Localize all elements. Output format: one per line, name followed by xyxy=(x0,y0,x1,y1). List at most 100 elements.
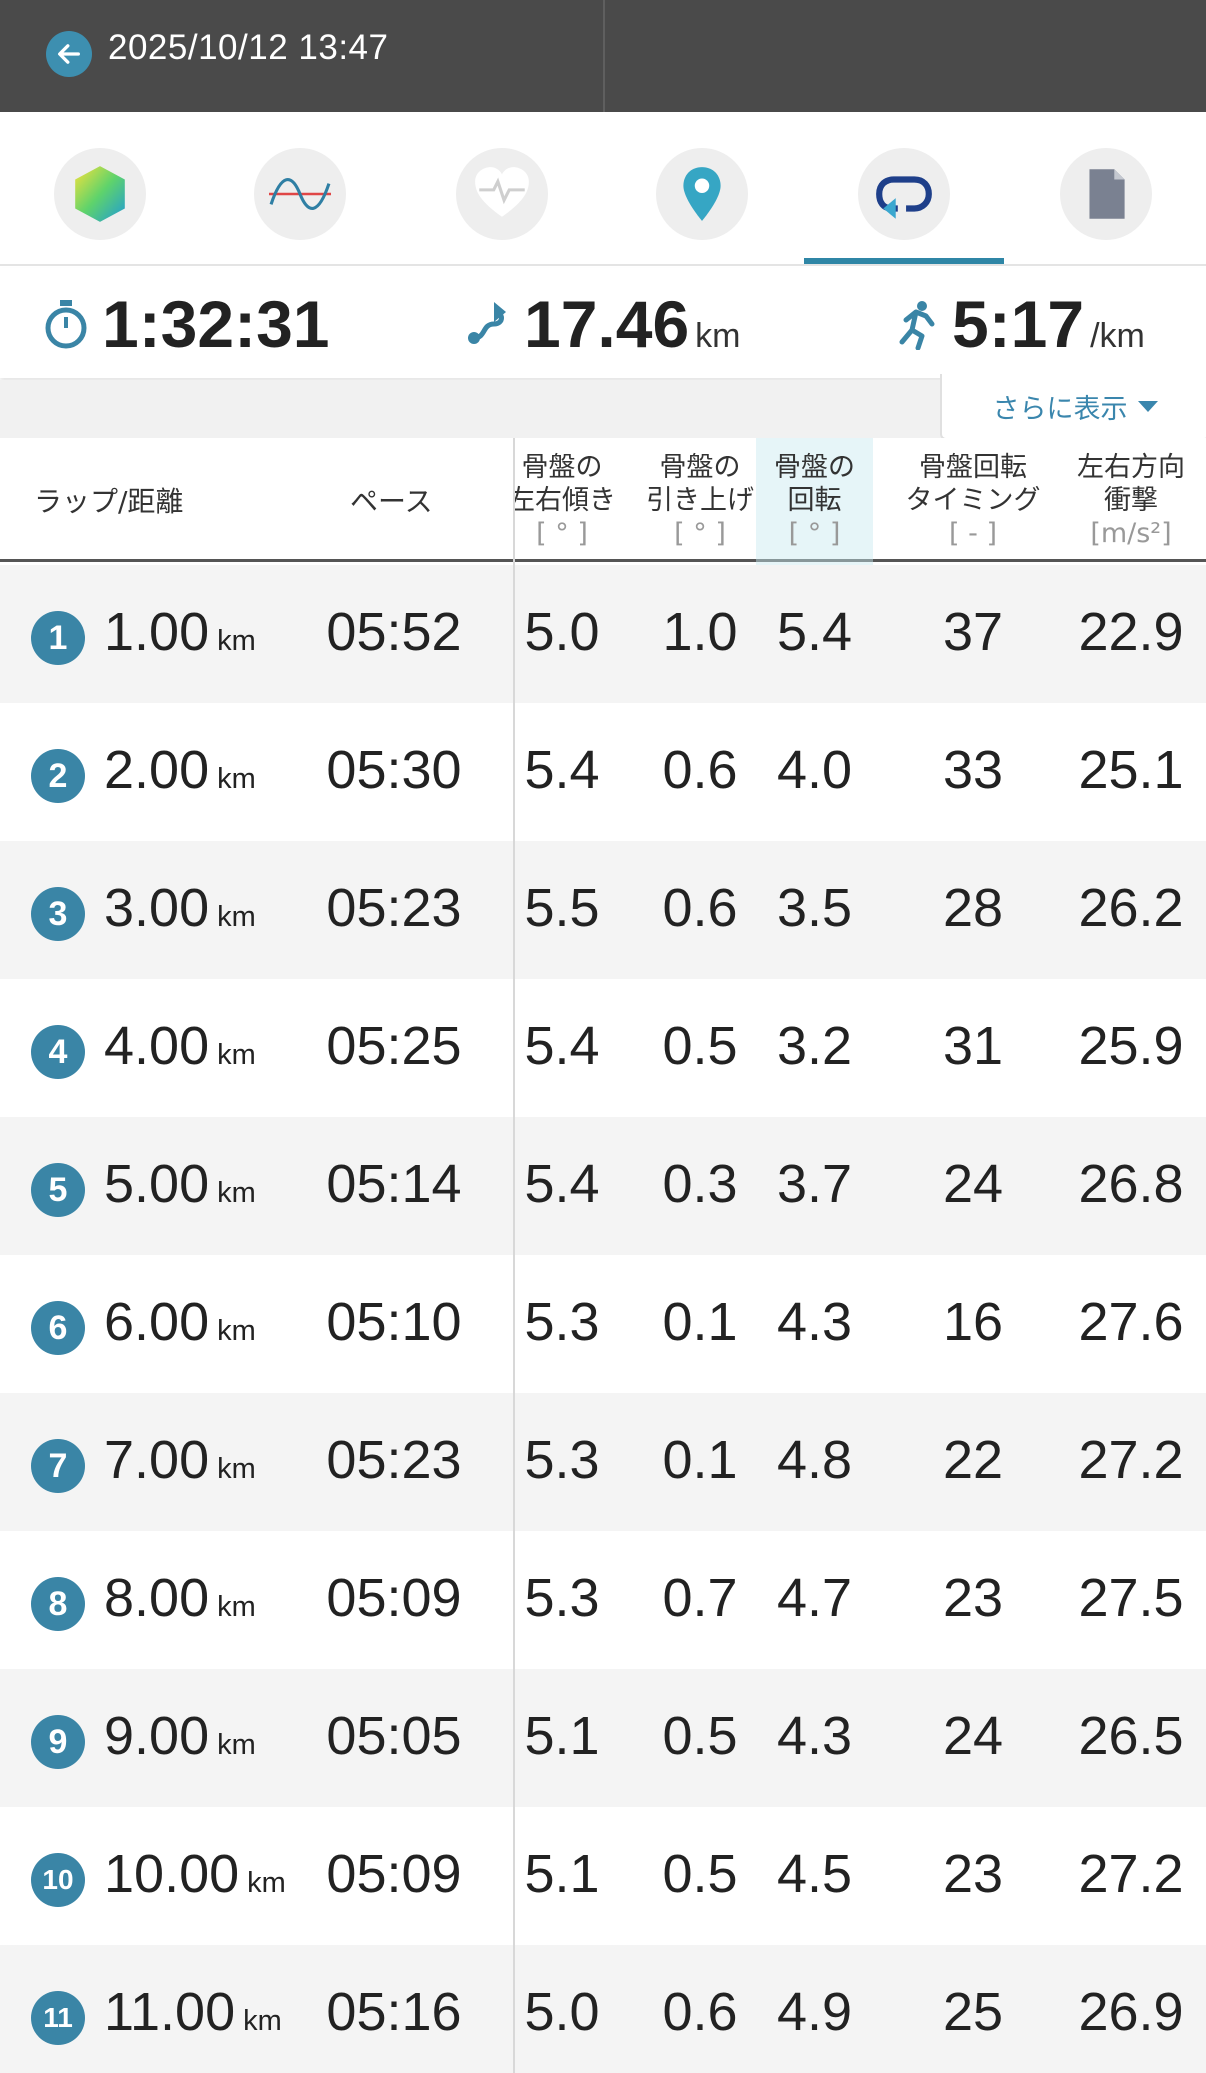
lap-distance-value: 5.00 xyxy=(104,1154,210,1214)
lap-distance: 10.00 km xyxy=(104,1843,286,1905)
summary-time: 1:32:31 xyxy=(42,286,330,362)
lap-distance-unit: km xyxy=(217,901,256,933)
back-button[interactable] xyxy=(46,31,92,77)
cell-rotation-timing: 24 xyxy=(942,1154,1004,1214)
page-title: 2025/10/12 13:47 xyxy=(108,28,389,67)
summary-bar: 1:32:31 17.46 km 5:17 /km xyxy=(0,268,1206,378)
cell-rotation-timing: 16 xyxy=(942,1292,1004,1352)
lap-pace: 05:25 xyxy=(326,1016,462,1076)
active-tab-indicator xyxy=(804,258,1004,264)
lap-distance-unit: km xyxy=(217,625,256,657)
lap-distance-value: 2.00 xyxy=(104,740,210,800)
lap-distance: 6.00 km xyxy=(104,1291,256,1353)
lap-pace: 05:10 xyxy=(326,1292,462,1352)
row-scroll-cells: 5.0 1.0 5.4 37 22.9 xyxy=(515,565,1206,703)
show-more-button[interactable]: さらに表示 xyxy=(940,374,1206,440)
cell-pelvis-rotation: 4.9 xyxy=(776,1982,853,2042)
lap-number-badge: 4 xyxy=(31,1025,85,1079)
row-scroll-cells: 5.4 0.3 3.7 24 26.8 xyxy=(515,1117,1206,1255)
table-row[interactable]: 11 11.00 km 05:16 5.0 0.6 4.9 25 26.9 xyxy=(0,1945,1206,2073)
summary-pace-value: 5:17 xyxy=(952,287,1085,361)
heart-rate-icon xyxy=(475,167,529,217)
cell-lateral-impact: 27.2 xyxy=(1078,1430,1184,1490)
cell-pelvis-rotation: 4.8 xyxy=(776,1430,853,1490)
cell-lateral-impact: 26.2 xyxy=(1078,878,1184,938)
lap-table-body[interactable]: 1 1.00 km 05:52 5.0 1.0 5.4 37 22.9 2 2.00 km 05:30 5… xyxy=(0,565,1206,2073)
lap-number-badge: 1 xyxy=(31,611,85,665)
summary-pace-unit: /km xyxy=(1090,317,1145,355)
summary-distance-unit: km xyxy=(695,317,741,355)
header-divider xyxy=(603,0,605,112)
lap-distance-value: 4.00 xyxy=(104,1016,210,1076)
lap-pace: 05:23 xyxy=(326,878,462,938)
lap-number-badge: 2 xyxy=(31,749,85,803)
cell-rotation-timing: 31 xyxy=(942,1016,1004,1076)
cell-rotation-timing: 25 xyxy=(942,1982,1004,2042)
cell-rotation-timing: 22 xyxy=(942,1430,1004,1490)
runner-icon xyxy=(899,301,935,350)
cell-pelvis-rotation: 4.7 xyxy=(776,1568,853,1628)
cell-lateral-impact: 27.5 xyxy=(1078,1568,1184,1628)
cell-rotation-timing: 24 xyxy=(942,1706,1004,1766)
table-row[interactable]: 3 3.00 km 05:23 5.5 0.6 3.5 28 26.2 xyxy=(0,841,1206,979)
row-scroll-cells: 5.3 0.1 4.3 16 27.6 xyxy=(515,1255,1206,1393)
arrow-left-icon xyxy=(58,44,80,64)
cell-lateral-impact: 22.9 xyxy=(1078,602,1184,662)
lap-number-badge: 5 xyxy=(31,1163,85,1217)
table-row[interactable]: 8 8.00 km 05:09 5.3 0.7 4.7 23 27.5 xyxy=(0,1531,1206,1669)
tab-laps[interactable] xyxy=(858,148,950,240)
lap-distance: 5.00 km xyxy=(104,1153,256,1215)
lap-loop-icon xyxy=(876,176,932,219)
route-icon xyxy=(468,302,506,344)
lap-number-badge: 10 xyxy=(31,1853,85,1907)
tab-heart-rate[interactable] xyxy=(456,148,548,240)
lap-pace: 05:52 xyxy=(326,602,462,662)
tab-map[interactable] xyxy=(656,148,748,240)
wave-graph-icon xyxy=(269,178,331,210)
cell-rotation-timing: 28 xyxy=(942,878,1004,938)
table-row[interactable]: 1 1.00 km 05:52 5.0 1.0 5.4 37 22.9 xyxy=(0,565,1206,703)
lap-distance: 9.00 km xyxy=(104,1705,256,1767)
summary-time-value: 1:32:31 xyxy=(102,287,330,361)
table-row[interactable]: 4 4.00 km 05:25 5.4 0.5 3.2 31 25.9 xyxy=(0,979,1206,1117)
header-rotation[interactable]: 骨盤の 回転 [ ° ] xyxy=(756,438,873,562)
cell-lateral-impact: 27.2 xyxy=(1078,1844,1184,1904)
tab-graph[interactable] xyxy=(254,148,346,240)
row-scroll-cells: 5.3 0.1 4.8 22 27.2 xyxy=(515,1393,1206,1531)
cell-lateral-impact: 25.1 xyxy=(1078,740,1184,800)
table-row[interactable]: 2 2.00 km 05:30 5.4 0.6 4.0 33 25.1 xyxy=(0,703,1206,841)
lap-number-badge: 7 xyxy=(31,1439,85,1493)
table-row[interactable]: 5 5.00 km 05:14 5.4 0.3 3.7 24 26.8 xyxy=(0,1117,1206,1255)
lap-distance-value: 1.00 xyxy=(104,602,210,662)
table-row[interactable]: 9 9.00 km 05:05 5.1 0.5 4.3 24 26.5 xyxy=(0,1669,1206,1807)
row-scroll-cells: 5.0 0.6 4.9 25 26.9 xyxy=(515,1945,1206,2073)
lap-pace: 05:14 xyxy=(326,1154,462,1214)
table-row[interactable]: 6 6.00 km 05:10 5.3 0.1 4.3 16 27.6 xyxy=(0,1255,1206,1393)
header-impact: 左右方向 衝撃 [m/s²] xyxy=(1077,451,1185,549)
tab-overview[interactable] xyxy=(54,148,146,240)
row-scroll-cells: 5.5 0.6 3.5 28 26.2 xyxy=(515,841,1206,979)
cell-rotation-timing: 37 xyxy=(942,602,1004,662)
hexagon-gradient-icon xyxy=(75,166,125,222)
lap-pace: 05:09 xyxy=(326,1568,462,1628)
lap-distance-value: 8.00 xyxy=(104,1568,210,1628)
lap-distance: 8.00 km xyxy=(104,1567,256,1629)
lap-distance-unit: km xyxy=(217,763,256,795)
stopwatch-icon xyxy=(45,300,87,349)
cell-lateral-impact: 26.5 xyxy=(1078,1706,1184,1766)
row-scroll-cells: 5.4 0.5 3.2 31 25.9 xyxy=(515,979,1206,1117)
table-row[interactable]: 10 10.00 km 05:09 5.1 0.5 4.5 23 27.2 xyxy=(0,1807,1206,1945)
row-scroll-cells: 5.1 0.5 4.3 24 26.5 xyxy=(515,1669,1206,1807)
cell-pelvis-rotation: 4.3 xyxy=(776,1292,853,1352)
lap-distance: 7.00 km xyxy=(104,1429,256,1491)
header-timing: 骨盤回転 タイミング [ - ] xyxy=(905,451,1041,549)
lap-number-badge: 3 xyxy=(31,887,85,941)
frozen-column-divider xyxy=(513,438,515,2073)
row-scroll-cells: 5.1 0.5 4.5 23 27.2 xyxy=(515,1807,1206,1945)
table-row[interactable]: 7 7.00 km 05:23 5.3 0.1 4.8 22 27.2 xyxy=(0,1393,1206,1531)
summary-distance: 17.46 km xyxy=(464,286,741,362)
tab-memo[interactable] xyxy=(1060,148,1152,240)
lap-distance-value: 11.00 xyxy=(104,1982,236,2042)
lap-distance-value: 10.00 xyxy=(104,1844,240,1904)
cell-pelvis-rotation: 3.2 xyxy=(776,1016,853,1076)
